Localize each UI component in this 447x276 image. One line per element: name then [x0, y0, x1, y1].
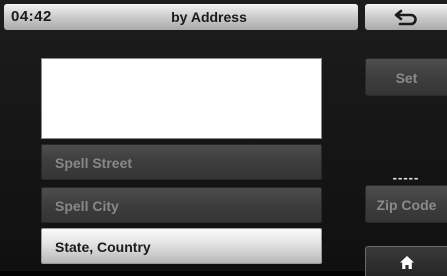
home-button[interactable] — [365, 246, 447, 276]
address-input[interactable] — [41, 58, 322, 139]
zip-code-label: Zip Code — [376, 197, 437, 213]
spell-city-button[interactable]: Spell City — [41, 187, 322, 223]
set-button[interactable]: Set — [365, 58, 447, 96]
address-entry-screen: 04:42 by Address Spell Street Spell City… — [0, 0, 447, 276]
zip-code-value: ----- — [392, 170, 420, 185]
spell-street-button[interactable]: Spell Street — [41, 144, 322, 180]
page-title: by Address — [171, 9, 247, 25]
zip-code-button[interactable]: Zip Code — [365, 185, 447, 223]
spell-street-label: Spell Street — [55, 155, 133, 171]
clock: 04:42 — [11, 8, 52, 25]
back-button[interactable] — [365, 4, 447, 30]
home-icon — [400, 256, 414, 269]
spell-city-label: Spell City — [55, 198, 119, 214]
return-arrow-icon — [394, 9, 417, 26]
set-label: Set — [395, 70, 418, 86]
state-country-button[interactable]: State, Country — [41, 228, 322, 264]
title-bar: 04:42 by Address — [4, 4, 358, 30]
state-country-label: State, Country — [55, 239, 151, 255]
